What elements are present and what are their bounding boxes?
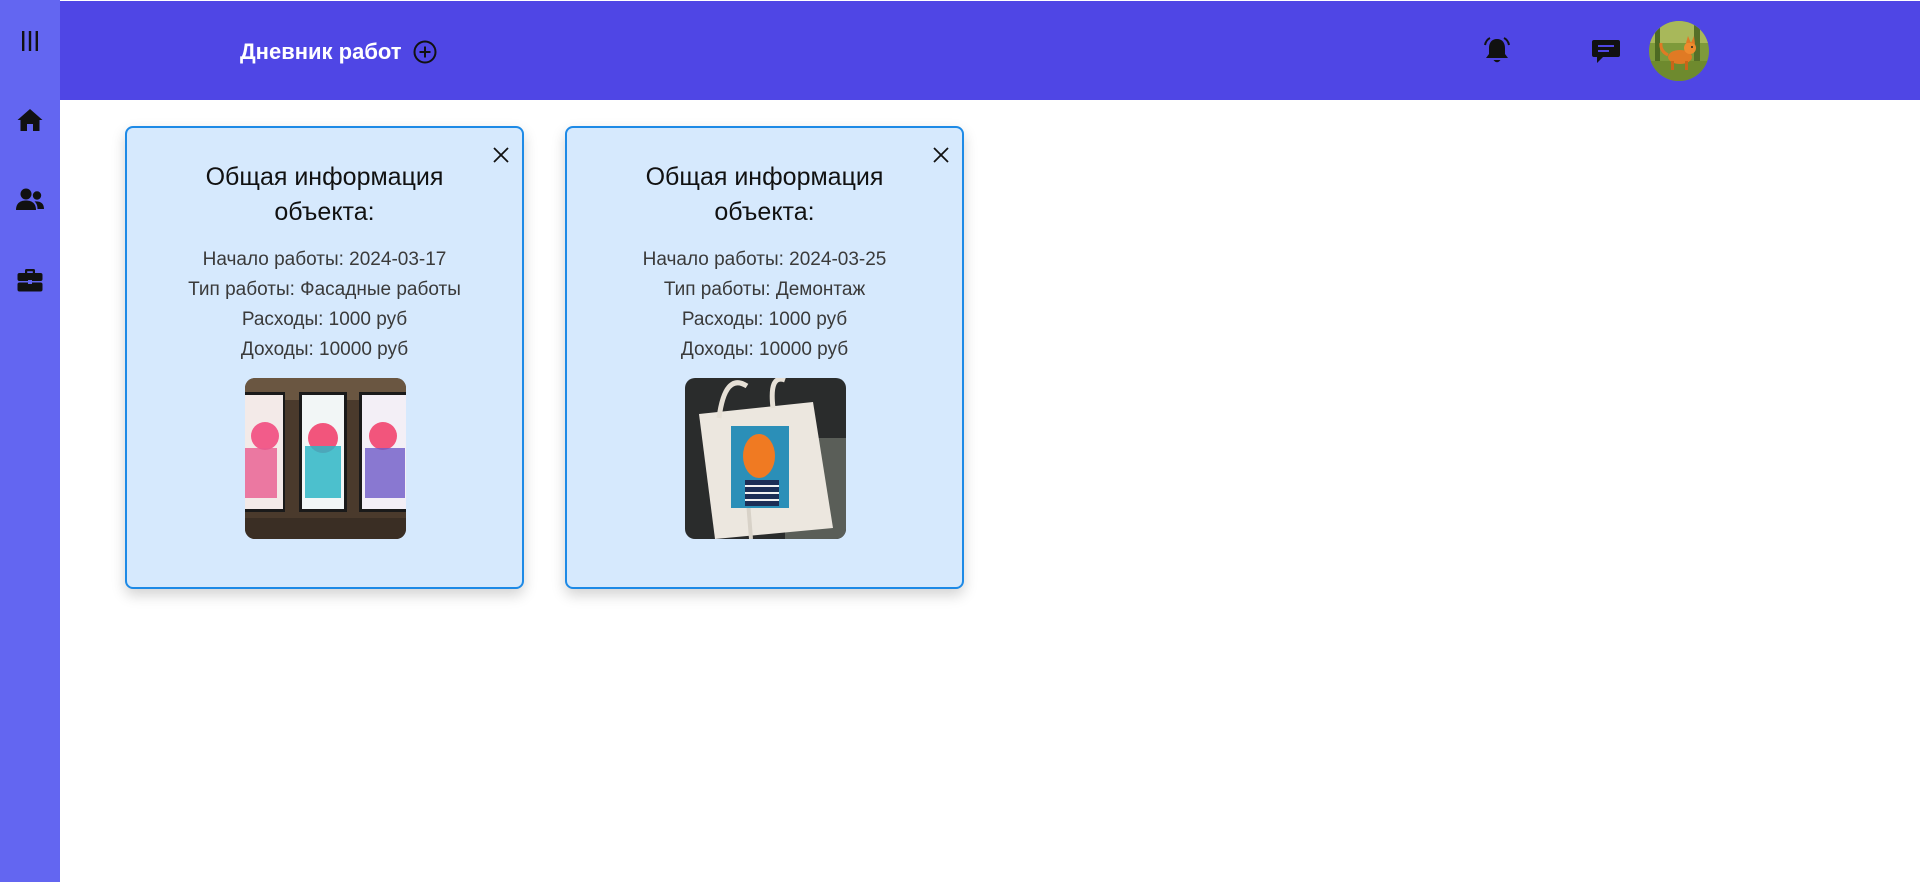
plus-circle-icon xyxy=(413,40,437,64)
start-date-text: Начало работы: 2024-03-25 xyxy=(642,249,887,270)
user-avatar[interactable] xyxy=(1649,21,1709,81)
card-details: Начало работы: 2024-03-17 Тип работы: Фа… xyxy=(127,245,522,365)
work-object-card: Общая информация объекта: Начало работы:… xyxy=(125,126,524,589)
work-type-text: Тип работы: Фасадные работы xyxy=(188,279,461,300)
expenses-text: Расходы: 1000 руб xyxy=(681,309,848,330)
page-title: Дневник работ xyxy=(240,39,402,64)
sidebar-item-users[interactable] xyxy=(12,182,48,218)
income-text: Доходы: 10000 руб xyxy=(680,339,849,360)
top-bar: Дневник работ xyxy=(60,1,1920,100)
work-object-card: Общая информация объекта: Начало работы:… xyxy=(565,126,964,589)
income-text: Доходы: 10000 руб xyxy=(240,339,409,360)
avatar-image xyxy=(1649,21,1709,81)
expenses-text: Расходы: 1000 руб xyxy=(241,309,408,330)
card-title: Общая информация объекта: xyxy=(205,163,444,226)
work-type-text: Тип работы: Демонтаж xyxy=(663,279,866,300)
posters-photo xyxy=(245,378,406,539)
chat-icon xyxy=(1592,40,1620,63)
notifications-button[interactable] xyxy=(1481,35,1513,67)
start-date-text: Начало работы: 2024-03-17 xyxy=(202,249,447,270)
sidebar-item-projects[interactable] xyxy=(12,262,48,298)
object-photo[interactable] xyxy=(245,378,406,539)
sidebar-item-home[interactable] xyxy=(12,102,48,138)
sidebar xyxy=(0,0,60,882)
tote-bag-photo xyxy=(685,378,846,539)
card-title: Общая информация объекта: xyxy=(645,163,884,226)
messages-button[interactable] xyxy=(1589,35,1623,67)
menu-bars-icon xyxy=(22,31,38,51)
bell-icon xyxy=(1484,37,1510,63)
object-photo[interactable] xyxy=(685,378,846,539)
menu-toggle-button[interactable] xyxy=(12,23,48,59)
users-icon xyxy=(16,188,44,210)
briefcase-icon xyxy=(17,269,43,292)
home-icon xyxy=(17,109,43,131)
card-details: Начало работы: 2024-03-25 Тип работы: Де… xyxy=(567,245,962,365)
add-entry-button[interactable] xyxy=(412,39,438,65)
